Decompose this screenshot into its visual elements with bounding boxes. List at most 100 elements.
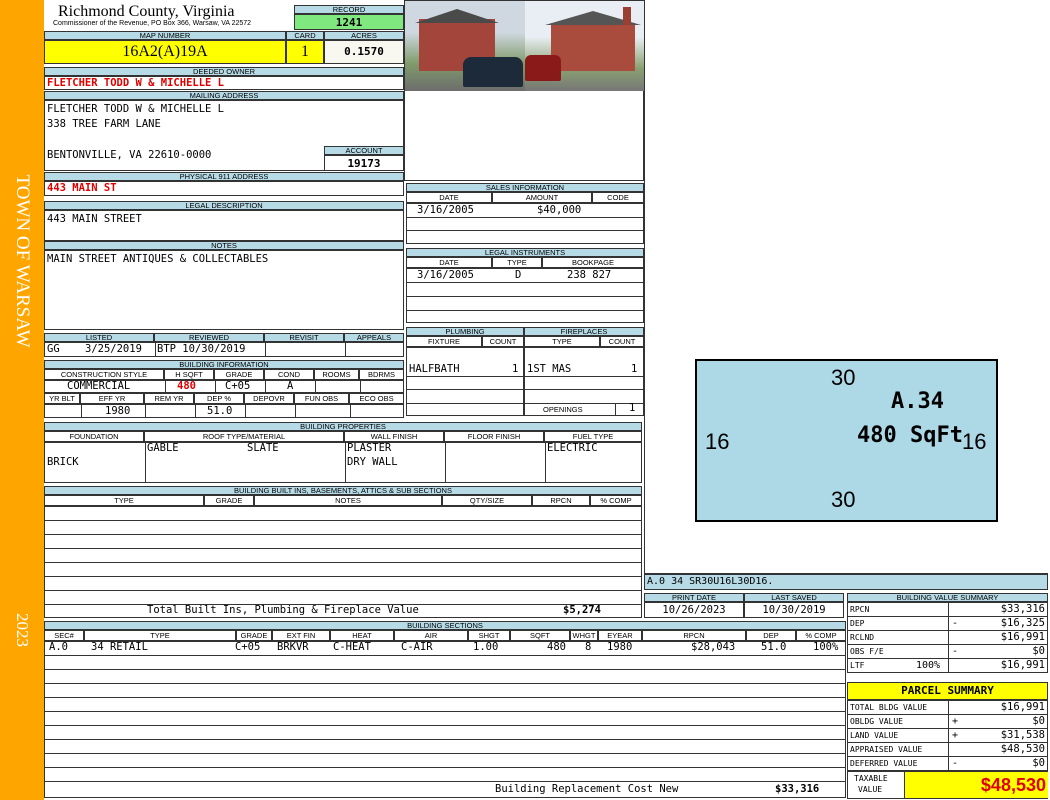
fireplace-type: 1ST MAS bbox=[527, 363, 572, 375]
sale-date: 3/16/2005 bbox=[417, 204, 474, 216]
foundation-value: BRICK bbox=[47, 456, 79, 468]
summary-sign: - bbox=[952, 618, 959, 629]
section-eyear: 1980 bbox=[607, 641, 633, 653]
summary-key: RPCN bbox=[850, 605, 870, 614]
sketch-area-label: 480 SqFt bbox=[857, 423, 963, 448]
summary-row: LAND VALUE + $31,538 bbox=[848, 729, 1047, 743]
section-sec: A.0 bbox=[49, 641, 68, 653]
summary-value: $16,991 bbox=[1000, 631, 1045, 643]
summary-row: APPRAISED VALUE $48,530 bbox=[848, 743, 1047, 757]
plumbing-fixture: HALFBATH bbox=[409, 363, 460, 375]
mailing-line3: BENTONVILLE, VA 22610-0000 bbox=[47, 149, 212, 161]
section-comp: 100% bbox=[813, 641, 839, 653]
summary-key: DEFERRED VALUE bbox=[850, 759, 918, 768]
acres-label: ACRES bbox=[324, 31, 404, 40]
summary-key: DEP bbox=[850, 619, 865, 628]
wall-finish-1: PLASTER bbox=[347, 442, 392, 454]
sidebar-banner: TOWN OF WARSAW 2023 bbox=[0, 0, 44, 800]
building-sketch[interactable]: 30 30 16 16 A.34 480 SqFt bbox=[695, 359, 998, 522]
summary-row: RPCN $33,316 bbox=[848, 603, 1047, 617]
mailing-label: MAILING ADDRESS bbox=[44, 91, 404, 100]
summary-key: TOTAL BLDG VALUE bbox=[850, 703, 928, 712]
revisit-label: REVISIT bbox=[264, 333, 344, 342]
fireplace-count: 1 bbox=[631, 363, 638, 375]
notes-label: NOTES bbox=[44, 241, 404, 250]
summary-percent: 100% bbox=[916, 660, 941, 671]
mailing-line1: FLETCHER TODD W & MICHELLE L bbox=[47, 103, 225, 115]
sale-amount: $40,000 bbox=[537, 204, 582, 216]
building-info-label: BUILDING INFORMATION bbox=[44, 360, 404, 369]
summary-value: $0 bbox=[1032, 715, 1045, 727]
dep-value: 51.0 bbox=[207, 405, 233, 417]
tax-year: 2023 bbox=[13, 613, 32, 647]
appeals-label: APPEALS bbox=[344, 333, 404, 342]
cond-value: A bbox=[287, 380, 294, 392]
listed-label: LISTED bbox=[44, 333, 154, 342]
instrument-date: 3/16/2005 bbox=[417, 269, 474, 281]
map-label: MAP NUMBER bbox=[44, 31, 286, 40]
summary-row: LTF 100% $16,991 bbox=[848, 659, 1047, 673]
last-saved-label: LAST SAVED bbox=[744, 593, 844, 602]
sketch-right-dim: 16 bbox=[962, 429, 987, 454]
legal-label: LEGAL DESCRIPTION bbox=[44, 201, 404, 210]
section-dep: 51.0 bbox=[761, 641, 787, 653]
summary-value: $16,991 bbox=[1000, 701, 1045, 713]
legal-box: 443 MAIN STREET bbox=[44, 210, 404, 241]
summary-key: APPRAISED VALUE bbox=[850, 745, 923, 754]
sales-table: DATE AMOUNT CODE 3/16/2005 $40,000 bbox=[406, 192, 644, 244]
summary-key: LTF bbox=[850, 661, 865, 670]
builtins-label: BUILDING BUILT INS, BASEMENTS, ATTICS & … bbox=[44, 486, 642, 495]
summary-row: DEP - $16,325 bbox=[848, 617, 1047, 631]
sketch-panel: 30 30 16 16 A.34 480 SqFt bbox=[644, 0, 1048, 574]
section-shgt: 1.00 bbox=[473, 641, 499, 653]
construction-style: COMMERCIAL bbox=[67, 380, 131, 392]
hsqft-value: 480 bbox=[177, 380, 196, 392]
fireplaces-table: TYPE COUNT 1ST MAS 1 OPENINGS 1 bbox=[524, 336, 644, 416]
owner-label: DEEDED OWNER bbox=[44, 67, 404, 76]
builtins-total-label: Total Built Ins, Plumbing & Fireplace Va… bbox=[147, 604, 419, 616]
summary-row: OBLDG VALUE + $0 bbox=[848, 715, 1047, 729]
listed-date: 3/25/2019 bbox=[85, 343, 142, 355]
plumbing-label: PLUMBING bbox=[406, 327, 524, 336]
photo-panel bbox=[404, 0, 645, 181]
instrument-bookpage: 238 827 bbox=[567, 269, 612, 281]
summary-row: OBS F/E - $0 bbox=[848, 645, 1047, 659]
building-photo-2[interactable] bbox=[525, 1, 645, 91]
summary-value: $16,991 bbox=[1000, 659, 1045, 671]
mailing-line2: 338 TREE FARM LANE bbox=[47, 118, 161, 130]
summary-value: $33,316 bbox=[1000, 603, 1045, 615]
instrument-type: D bbox=[515, 269, 522, 281]
value-summary-label: BUILDING VALUE SUMMARY bbox=[847, 593, 1048, 602]
summary-value: $16,325 bbox=[1000, 617, 1045, 629]
taxable-label-2: VALUE bbox=[858, 785, 883, 794]
sales-row: 3/16/2005 $40,000 bbox=[406, 203, 644, 244]
section-rpcn: $28,043 bbox=[691, 641, 736, 653]
properties-table: FOUNDATION ROOF TYPE/MATERIAL WALL FINIS… bbox=[44, 431, 642, 483]
plumbing-count: 1 bbox=[512, 363, 519, 375]
sections-table: SEC# TYPE GRADE EXT FIN HEAT AIR SHGT SQ… bbox=[44, 630, 846, 798]
summary-sign: - bbox=[952, 646, 959, 657]
sections-body: A.0 34 RETAIL C+05 BRKVR C-HEAT C-AIR 1.… bbox=[44, 641, 846, 798]
sketch-left-dim: 16 bbox=[705, 429, 730, 454]
builtins-table: TYPE GRADE NOTES QTY/SIZE RPCN % COMP To… bbox=[44, 495, 642, 618]
openings-label: OPENINGS bbox=[543, 405, 583, 414]
town-name: TOWN OF WARSAW bbox=[12, 174, 33, 348]
fuel-value: ELECTRIC bbox=[547, 442, 598, 454]
reviewed-label: REVIEWED bbox=[154, 333, 264, 342]
sketch-section-label: A.34 bbox=[891, 389, 944, 414]
physical-label: PHYSICAL 911 ADDRESS bbox=[44, 172, 404, 181]
county-title: Richmond County, Virginia bbox=[58, 3, 235, 20]
summary-sign: + bbox=[952, 730, 959, 741]
parcel-summary-table: TOTAL BLDG VALUE $16,991 OBLDG VALUE + $0 LAN… bbox=[847, 700, 1048, 771]
wall-finish-2: DRY WALL bbox=[347, 456, 398, 468]
instruments-table: DATE TYPE BOOKPAGE 3/16/2005 D 238 827 bbox=[406, 257, 644, 323]
parcel-summary-label: PARCEL SUMMARY bbox=[847, 682, 1048, 700]
section-whgt: 8 bbox=[585, 641, 592, 653]
record-label: RECORD bbox=[294, 5, 404, 14]
summary-key: RCLND bbox=[850, 633, 875, 642]
grade-value: C+05 bbox=[225, 380, 251, 392]
summary-key: OBLDG VALUE bbox=[850, 717, 903, 726]
building-photo-1[interactable] bbox=[405, 1, 525, 91]
notes-box: MAIN STREET ANTIQUES & COLLECTABLES bbox=[44, 250, 404, 330]
owner-box: FLETCHER TODD W & MICHELLE L bbox=[44, 76, 404, 90]
